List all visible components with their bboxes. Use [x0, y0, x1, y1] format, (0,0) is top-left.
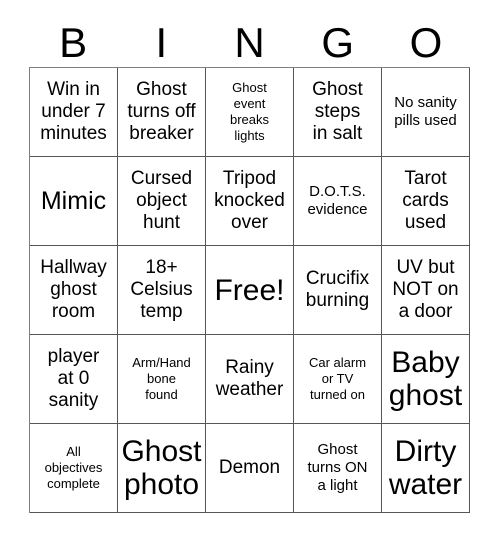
- bingo-grid: Win in under 7 minutes Ghost turns off br…: [29, 67, 470, 513]
- bingo-cell[interactable]: Crucifix burning: [294, 246, 382, 335]
- bingo-cell-label: Ghost turns off breaker: [127, 78, 196, 145]
- bingo-cell[interactable]: Ghost turns ON a light: [294, 424, 382, 513]
- bingo-cell-label: Tarot cards used: [402, 167, 449, 234]
- bingo-cell-label: player at 0 sanity: [47, 345, 100, 412]
- bingo-cell-label: Baby ghost: [388, 346, 463, 412]
- bingo-cell-label: Car alarm or TV turned on: [308, 355, 367, 402]
- bingo-cell-label: D.O.T.S. evidence: [307, 183, 368, 218]
- bingo-card: B I N G O Win in under 7 minutes Ghost tu…: [0, 0, 500, 544]
- header-letter-o-label: O: [409, 18, 443, 66]
- header-letter-o: O: [382, 18, 470, 67]
- header-letter-b: B: [29, 18, 117, 67]
- bingo-cell-label: Mimic: [40, 187, 107, 215]
- bingo-header: B I N G O: [29, 18, 470, 67]
- header-letter-g: G: [294, 18, 382, 67]
- bingo-cell[interactable]: UV but NOT on a door: [382, 246, 470, 335]
- bingo-cell-label: All objectives complete: [44, 444, 103, 491]
- bingo-cell-label: Ghost steps in salt: [312, 78, 363, 145]
- bingo-cell[interactable]: Hallway ghost room: [30, 246, 118, 335]
- bingo-cell[interactable]: Ghost steps in salt: [294, 68, 382, 157]
- header-letter-b-label: B: [59, 18, 88, 66]
- bingo-cell-label: No sanity pills used: [394, 94, 457, 129]
- bingo-cell[interactable]: Demon: [206, 424, 294, 513]
- bingo-cell[interactable]: No sanity pills used: [382, 68, 470, 157]
- bingo-cell-free[interactable]: Free!: [206, 246, 294, 335]
- bingo-cell-label: Free!: [214, 273, 285, 307]
- bingo-cell-label: Arm/Hand bone found: [132, 355, 191, 402]
- bingo-cell[interactable]: Car alarm or TV turned on: [294, 335, 382, 424]
- header-letter-i: I: [117, 18, 205, 67]
- bingo-cell[interactable]: Tripod knocked over: [206, 157, 294, 246]
- bingo-cell[interactable]: Ghost turns off breaker: [118, 68, 206, 157]
- bingo-cell-label: Ghost event breaks lights: [229, 80, 270, 143]
- bingo-cell-label: Dirty water: [388, 435, 463, 501]
- bingo-cell-label: Cursed object hunt: [130, 167, 193, 234]
- bingo-cell[interactable]: player at 0 sanity: [30, 335, 118, 424]
- bingo-cell-label: Ghost photo: [121, 435, 202, 501]
- bingo-cell[interactable]: Baby ghost: [382, 335, 470, 424]
- bingo-cell-label: Tripod knocked over: [214, 167, 285, 234]
- bingo-cell[interactable]: Dirty water: [382, 424, 470, 513]
- bingo-cell[interactable]: Ghost photo: [118, 424, 206, 513]
- bingo-cell-label: Hallway ghost room: [40, 256, 107, 323]
- bingo-cell[interactable]: All objectives complete: [30, 424, 118, 513]
- bingo-cell[interactable]: 18+ Celsius temp: [118, 246, 206, 335]
- header-letter-g-label: G: [321, 18, 355, 66]
- bingo-cell-label: Ghost turns ON a light: [307, 441, 368, 494]
- bingo-cell-label: Win in under 7 minutes: [40, 78, 107, 145]
- header-letter-n-label: N: [234, 18, 265, 66]
- bingo-cell-label: Rainy weather: [215, 356, 284, 400]
- bingo-cell[interactable]: Tarot cards used: [382, 157, 470, 246]
- bingo-cell-label: Demon: [218, 456, 281, 478]
- bingo-cell-label: 18+ Celsius temp: [130, 256, 193, 323]
- bingo-cell[interactable]: Rainy weather: [206, 335, 294, 424]
- bingo-cell[interactable]: Ghost event breaks lights: [206, 68, 294, 157]
- bingo-cell-label: Crucifix burning: [305, 267, 370, 311]
- bingo-cell[interactable]: Cursed object hunt: [118, 157, 206, 246]
- bingo-cell[interactable]: Win in under 7 minutes: [30, 68, 118, 157]
- header-letter-n: N: [205, 18, 293, 67]
- bingo-cell[interactable]: D.O.T.S. evidence: [294, 157, 382, 246]
- bingo-cell[interactable]: Arm/Hand bone found: [118, 335, 206, 424]
- header-letter-i-label: I: [155, 18, 168, 66]
- bingo-cell-label: UV but NOT on a door: [392, 256, 459, 323]
- bingo-cell[interactable]: Mimic: [30, 157, 118, 246]
